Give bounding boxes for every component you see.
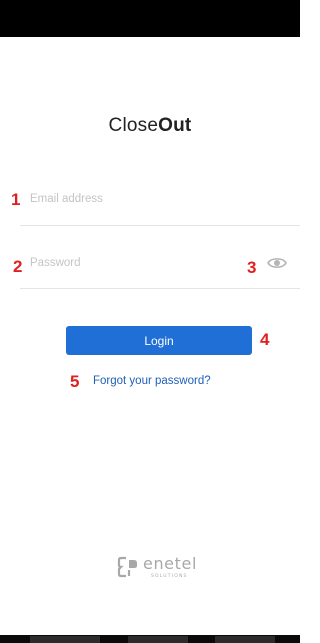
app-logo: CloseOut [0,115,300,137]
eye-icon[interactable] [267,256,287,270]
annotation-4: 4 [260,330,270,349]
navigation-bar [0,635,300,643]
email-divider [20,225,300,226]
status-bar [0,0,300,37]
enetel-logo-icon [117,556,137,578]
nav-back-button[interactable] [215,636,275,643]
password-divider [20,288,300,289]
forgot-password-link[interactable]: Forgot your password? [93,375,211,387]
annotation-5: 5 [70,372,80,391]
nav-recents-button[interactable] [30,636,100,643]
nav-home-button[interactable] [128,636,188,643]
password-field[interactable] [30,250,250,276]
logo-regular: Close [108,115,159,136]
annotation-2: 2 [13,257,23,276]
enetel-branding: enetel SOLUTIONS [117,554,207,584]
annotation-3: 3 [247,258,257,277]
brand-name: enetel [143,554,197,573]
email-field[interactable] [30,186,300,212]
annotation-1: 1 [11,190,21,209]
brand-tagline: SOLUTIONS [151,574,188,579]
login-button[interactable]: Login [66,326,252,355]
logo-bold: Out [158,115,192,136]
